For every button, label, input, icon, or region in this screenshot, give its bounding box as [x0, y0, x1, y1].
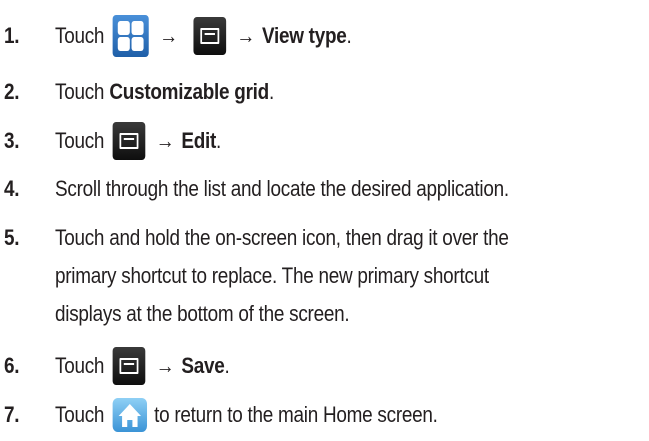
step-bold-text: Save	[181, 353, 225, 378]
step-text-line: Touch and hold the on-screen icon, then …	[55, 225, 509, 250]
step-text: Touch	[55, 23, 105, 48]
step-text: to return to the main Home screen.	[154, 402, 438, 427]
step-bold-text: View type	[261, 23, 347, 48]
step-end: .	[224, 353, 230, 378]
apps-grid-icon	[112, 15, 149, 57]
step-number: 1.	[4, 23, 20, 48]
step-text-line: displays at the bottom of the screen.	[55, 301, 350, 326]
step-text: Scroll through the list and locate the d…	[55, 176, 509, 201]
step-number: 5.	[4, 225, 20, 250]
step-bold-text: Edit	[181, 128, 217, 153]
menu-icon	[193, 17, 227, 55]
step-number: 6.	[4, 353, 20, 378]
step-number: 2.	[4, 79, 20, 104]
step-bold-text: Customizable grid	[109, 79, 269, 104]
menu-icon	[112, 347, 146, 385]
arrow: →	[155, 128, 175, 153]
step-number: 7.	[4, 402, 20, 427]
step-text: Touch	[55, 402, 105, 427]
instruction-steps: 1. Touch → → View type . 2. Touch Custom	[0, 0, 649, 441]
arrow: →	[155, 353, 175, 378]
home-icon	[112, 398, 148, 432]
step-text: Touch	[55, 353, 105, 378]
arrow: →	[236, 23, 256, 48]
menu-icon	[112, 122, 146, 160]
step-text: Touch	[55, 79, 105, 104]
step-number: 3.	[4, 128, 20, 153]
step-text-line: primary shortcut to replace. The new pri…	[55, 263, 489, 288]
step-end: .	[346, 23, 352, 48]
step-end: .	[216, 128, 222, 153]
step-number: 4.	[4, 176, 20, 201]
step-end: .	[268, 79, 274, 104]
step-text: Touch	[55, 128, 105, 153]
arrow: →	[159, 23, 178, 48]
